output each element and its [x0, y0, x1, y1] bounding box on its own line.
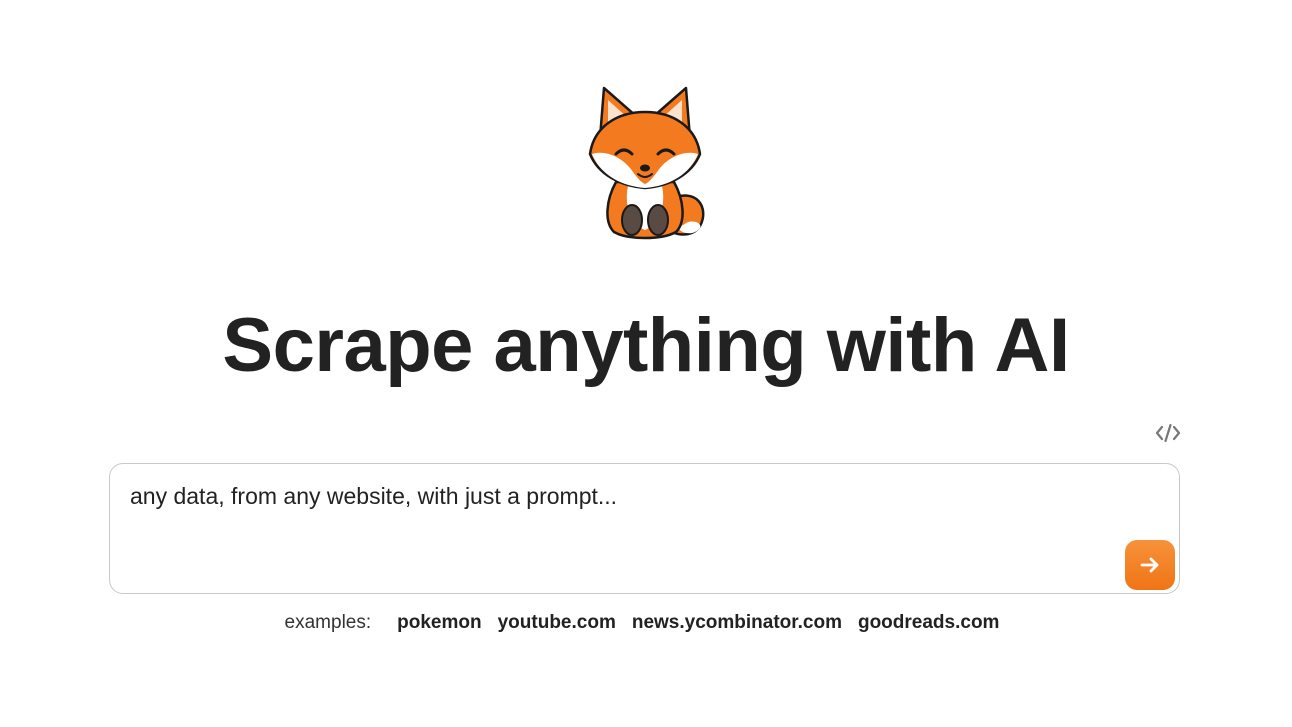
example-link-youtube[interactable]: youtube.com	[498, 610, 616, 636]
code-toggle-button[interactable]	[1150, 420, 1186, 446]
arrow-right-icon	[1140, 557, 1159, 573]
landing-page: Scrape anything with AI examples: pokemo…	[0, 0, 1292, 727]
fox-mascot-icon	[578, 82, 712, 240]
prompt-input[interactable]	[130, 480, 1110, 570]
prompt-box	[109, 463, 1180, 594]
submit-button[interactable]	[1125, 540, 1175, 590]
examples-label: examples:	[284, 612, 372, 633]
example-link-goodreads[interactable]: goodreads.com	[858, 610, 999, 636]
example-link-hacker-news[interactable]: news.ycombinator.com	[632, 610, 842, 636]
examples-row: examples: pokemon youtube.com news.ycomb…	[0, 610, 1292, 636]
page-title: Scrape anything with AI	[222, 303, 1070, 388]
code-brackets-icon	[1155, 423, 1181, 443]
example-link-pokemon[interactable]: pokemon	[397, 610, 481, 636]
